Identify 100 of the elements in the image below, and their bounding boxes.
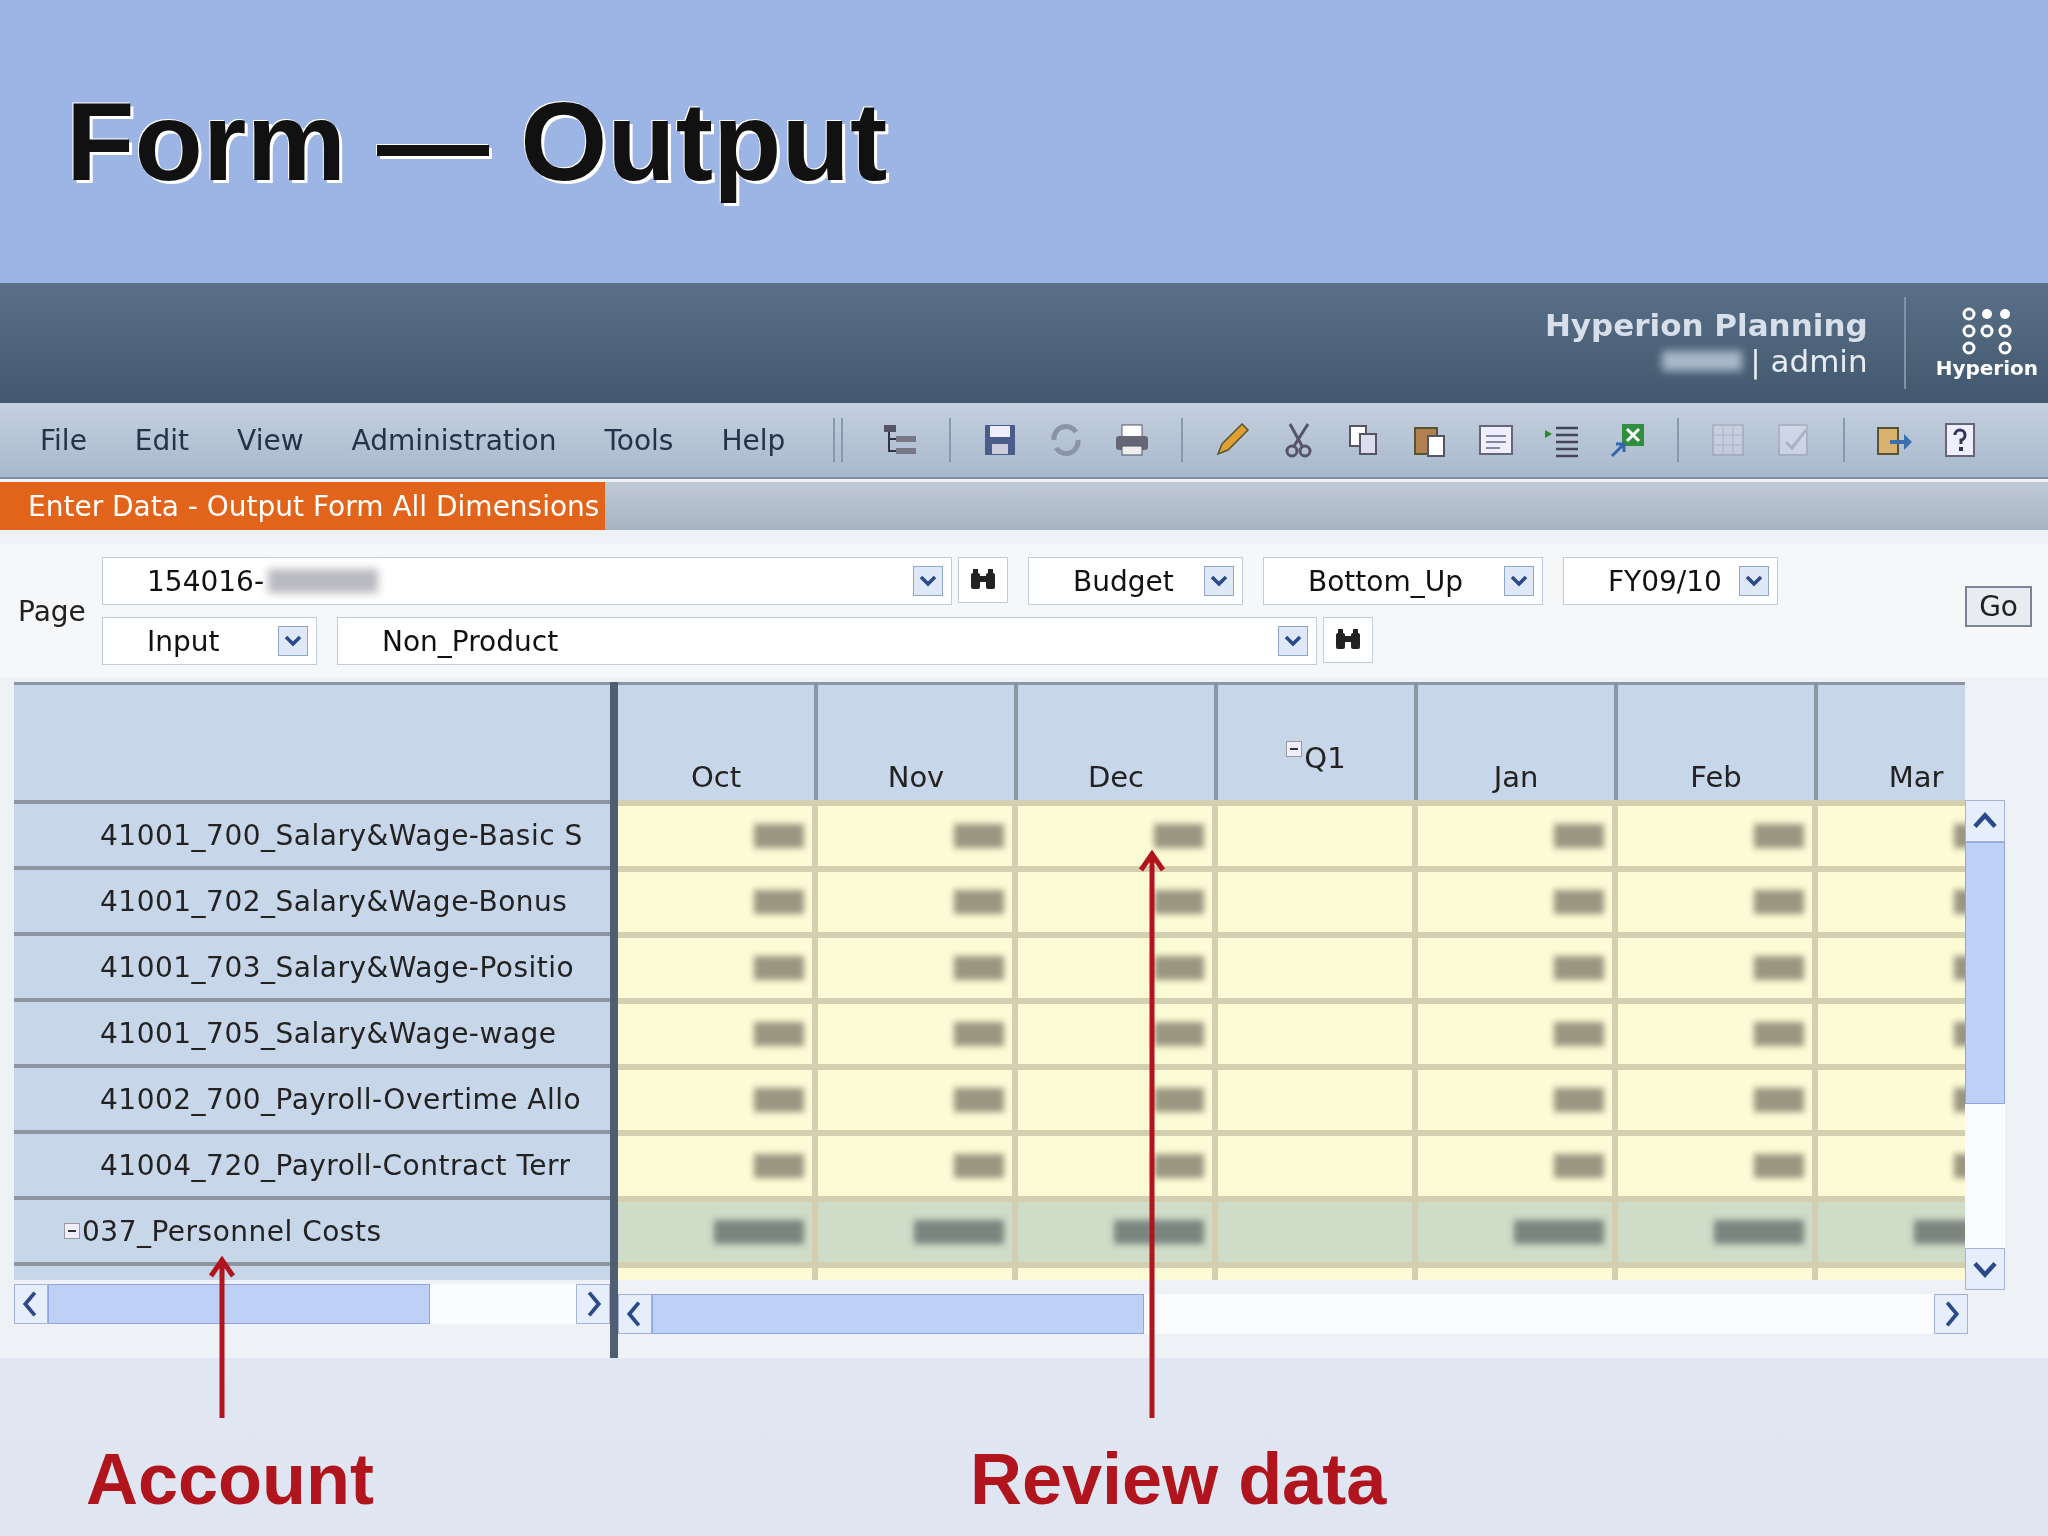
data-cell[interactable]	[818, 998, 1018, 1064]
data-cell[interactable]	[1618, 1262, 1818, 1280]
data-cell[interactable]	[818, 1262, 1018, 1280]
vertical-scrollbar[interactable]	[1965, 800, 2005, 1290]
data-cell[interactable]	[1818, 1196, 1965, 1262]
data-cell[interactable]	[1418, 1130, 1618, 1196]
data-cell[interactable]	[1418, 1064, 1618, 1130]
horizontal-scrollbar[interactable]	[618, 1294, 1968, 1334]
data-cell[interactable]	[818, 1130, 1018, 1196]
data-cell[interactable]	[1618, 1196, 1818, 1262]
data-cell[interactable]	[1018, 1262, 1218, 1280]
data-cell[interactable]	[1018, 932, 1218, 998]
data-cell[interactable]	[618, 1130, 818, 1196]
data-cell[interactable]	[818, 866, 1018, 932]
find-button[interactable]	[1323, 617, 1373, 663]
redacted-value	[1154, 890, 1204, 914]
data-cell[interactable]	[818, 1064, 1018, 1130]
redacted-value	[1154, 1088, 1204, 1112]
toolbar-separator	[949, 418, 952, 462]
scroll-up-icon[interactable]	[1965, 800, 2005, 842]
dropdown-field[interactable]: FY09/10	[1563, 557, 1778, 605]
data-cell[interactable]	[1818, 932, 1965, 998]
redacted-value	[1154, 956, 1204, 980]
data-cell[interactable]	[618, 932, 818, 998]
data-cell[interactable]	[1418, 932, 1618, 998]
data-cell[interactable]	[1418, 866, 1618, 932]
menu-item[interactable]: Tools	[584, 419, 694, 461]
data-cell[interactable]	[1218, 1064, 1418, 1130]
dropdown-field[interactable]: Input	[102, 617, 317, 665]
data-cell[interactable]	[1218, 866, 1418, 932]
data-cell[interactable]	[618, 998, 818, 1064]
dropdown-field[interactable]: 154016-	[102, 557, 952, 605]
redacted-value	[1554, 824, 1604, 848]
redacted-value	[1554, 956, 1604, 980]
data-cell[interactable]	[1018, 1130, 1218, 1196]
account-label: 41001_703_Salary&Wage-Positio	[100, 950, 575, 984]
data-cell[interactable]	[1018, 1196, 1218, 1262]
data-cell[interactable]	[618, 866, 818, 932]
data-cell[interactable]	[1618, 866, 1818, 932]
scroll-down-icon[interactable]	[1965, 1248, 2005, 1290]
data-cell[interactable]	[1018, 998, 1218, 1064]
menu-item[interactable]: Help	[701, 419, 806, 461]
data-cell[interactable]	[1618, 998, 1818, 1064]
data-cell[interactable]	[1818, 1130, 1965, 1196]
data-cell[interactable]	[1218, 932, 1418, 998]
data-cell[interactable]	[1018, 800, 1218, 866]
caret-icon	[1278, 626, 1308, 656]
data-cell[interactable]	[1218, 1196, 1418, 1262]
data-cell[interactable]	[1018, 866, 1218, 932]
find-button[interactable]	[958, 557, 1008, 603]
data-cell[interactable]	[1618, 800, 1818, 866]
go-button[interactable]: Go	[1965, 586, 2032, 627]
dropdown-field[interactable]: Non_Product	[337, 617, 1317, 665]
data-cell[interactable]	[1418, 800, 1618, 866]
data-cell[interactable]	[618, 1064, 818, 1130]
dropdown-field[interactable]: Bottom_Up	[1263, 557, 1543, 605]
data-cell[interactable]	[818, 800, 1018, 866]
data-cell[interactable]	[1818, 800, 1965, 866]
data-cell[interactable]	[618, 800, 818, 866]
data-cell[interactable]	[1218, 998, 1418, 1064]
data-cell[interactable]	[1618, 1064, 1818, 1130]
toolbar-separator	[1843, 418, 1846, 462]
data-cell[interactable]	[1618, 1130, 1818, 1196]
data-cell[interactable]	[1818, 998, 1965, 1064]
redacted-value	[1154, 824, 1204, 848]
account-label: 41004_720_Payroll-Contract Terr	[100, 1148, 571, 1182]
data-cell[interactable]	[1418, 1196, 1618, 1262]
data-cell[interactable]	[618, 1196, 818, 1262]
menu-item[interactable]: View	[217, 419, 324, 461]
data-cell[interactable]	[1618, 932, 1818, 998]
dropdown-field[interactable]: Budget	[1028, 557, 1243, 605]
data-cell[interactable]	[818, 932, 1018, 998]
collapse-icon[interactable]	[64, 1223, 80, 1239]
data-cell[interactable]	[818, 1196, 1018, 1262]
scroll-left-icon[interactable]	[618, 1294, 652, 1334]
data-cell[interactable]	[1818, 1064, 1965, 1130]
data-cell[interactable]	[1018, 1064, 1218, 1130]
data-cell[interactable]	[1418, 1262, 1618, 1280]
data-cell[interactable]	[1418, 998, 1618, 1064]
redacted-value	[954, 1154, 1004, 1178]
data-cell[interactable]	[1818, 866, 1965, 932]
column-header: Nov	[818, 682, 1018, 800]
account-label: 41002_700_Payroll-Overtime Allo	[100, 1082, 582, 1116]
data-cell[interactable]	[618, 1262, 818, 1280]
logo-text: Hyperion	[1935, 356, 2038, 380]
menu-item[interactable]: Edit	[114, 419, 210, 461]
redacted-value	[1754, 890, 1804, 914]
menu-item[interactable]: File	[20, 419, 107, 461]
scroll-left-icon[interactable]	[14, 1284, 48, 1324]
data-cell[interactable]	[1218, 1130, 1418, 1196]
collapse-icon[interactable]	[1286, 741, 1303, 757]
horizontal-scrollbar[interactable]	[14, 1284, 610, 1324]
data-cell[interactable]	[1218, 1262, 1418, 1280]
data-cell[interactable]	[1218, 800, 1418, 866]
data-cell[interactable]	[1818, 1262, 1965, 1280]
scroll-right-icon[interactable]	[1934, 1294, 1968, 1334]
redacted-value	[754, 956, 804, 980]
redacted-value	[1754, 1088, 1804, 1112]
scroll-right-icon[interactable]	[576, 1284, 610, 1324]
menu-item[interactable]: Administration	[331, 419, 577, 461]
